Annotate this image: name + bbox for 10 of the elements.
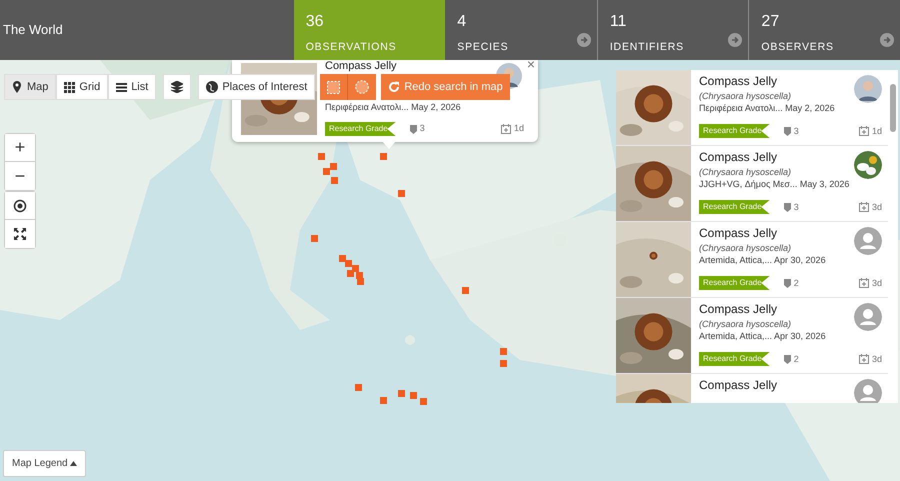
stat-count: 36 [306,13,324,31]
stats-tab[interactable]: 4 SPECIES [445,0,597,60]
stat-label: OBSERVERS [761,40,834,55]
stat-label: SPECIES [457,40,508,55]
stat-label: OBSERVATIONS [306,40,396,55]
stat-count: 4 [457,13,466,31]
stat-label: IDENTIFIERS [610,40,684,55]
place-title: The World [2,21,64,40]
stat-count: 11 [610,13,626,31]
stat-count: 27 [761,13,780,31]
